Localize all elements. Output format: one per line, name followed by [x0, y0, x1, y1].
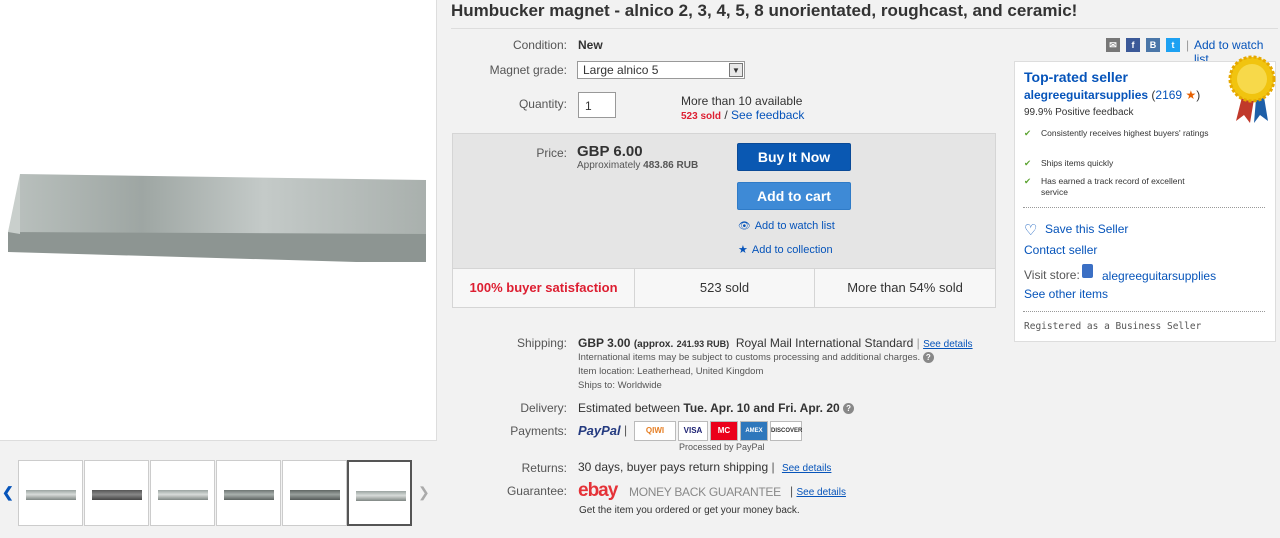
seller-name-link[interactable]: alegreeguitarsupplies: [1024, 88, 1148, 102]
help-icon[interactable]: ?: [843, 403, 855, 415]
add-to-watch-list-button[interactable]: Add to watch list: [755, 220, 835, 232]
ships-to: Worldwide: [617, 380, 662, 391]
seller-divider: [1023, 311, 1265, 312]
listing-title: Humbucker magnet - alnico 2, 3, 4, 5, 8 …: [451, 1, 1078, 20]
buyer-satisfaction: 100% buyer satisfaction: [469, 280, 618, 295]
checkmark-icon: ✔: [1024, 158, 1032, 168]
email-icon[interactable]: ✉: [1106, 38, 1120, 52]
seller-divider: [1023, 207, 1265, 208]
condition-value: New: [578, 38, 603, 52]
grade-select-value: Large alnico 5: [583, 63, 659, 77]
approx-value: 483.86 RUB: [643, 160, 699, 171]
chevron-down-icon[interactable]: ▼: [729, 63, 743, 77]
shipping-approx: (approx.: [633, 339, 674, 350]
guarantee-see-details[interactable]: See details: [796, 487, 845, 498]
facebook-icon[interactable]: f: [1126, 38, 1140, 52]
thumbnail[interactable]: [84, 460, 149, 526]
money-back-guarantee: MONEY BACK GUARANTEE: [629, 485, 781, 499]
see-feedback-link[interactable]: See feedback: [731, 108, 804, 122]
seller-bullet: Has earned a track record of excellent s…: [1041, 176, 1185, 197]
thumbnail[interactable]: [18, 460, 83, 526]
ebay-logo: ebay: [578, 480, 618, 501]
registered-business-seller: Registered as a Business Seller: [1024, 321, 1202, 332]
returns-text: 30 days, buyer pays return shipping: [578, 460, 769, 474]
vk-icon[interactable]: B: [1146, 38, 1160, 52]
eye-icon: 👁: [738, 221, 751, 232]
intl-note: International items may be subject to cu…: [578, 352, 921, 364]
positive-feedback: 99.9% Positive feedback: [1024, 107, 1134, 118]
heart-icon: ♡: [1024, 222, 1038, 239]
quantity-label: Quantity:: [518, 97, 567, 111]
processed-by-paypal: Processed by PayPal: [679, 442, 765, 452]
add-to-collection-button[interactable]: Add to collection: [752, 244, 833, 256]
title-divider: [451, 28, 1278, 29]
shipping-label: Shipping:: [516, 336, 567, 350]
qiwi-logo: QIWI: [634, 421, 676, 441]
star-icon: ★: [1185, 88, 1197, 102]
item-location: Leatherhead, United Kingdom: [637, 366, 764, 377]
delivery-dates: Tue. Apr. 10 and Fri. Apr. 20: [683, 401, 840, 415]
stats-percent-sold: More than 54% sold: [847, 280, 963, 295]
seller-score-link[interactable]: 2169: [1155, 88, 1182, 102]
checkmark-icon: ✔: [1024, 128, 1032, 138]
mastercard-logo: MC: [710, 421, 738, 441]
buy-it-now-button[interactable]: Buy It Now: [737, 143, 851, 171]
twitter-icon[interactable]: t: [1166, 38, 1180, 52]
seller-bullet: Consistently receives highest buyers' ra…: [1041, 128, 1209, 138]
delivery-label: Delivery:: [520, 401, 567, 415]
approx-prefix: Approximately: [577, 160, 641, 171]
location-label: Item location:: [578, 366, 635, 377]
paypal-logo: PayPal: [578, 423, 621, 438]
stats-sold: 523 sold: [634, 269, 815, 308]
shipping-approx-rub: 241.93 RUB): [676, 339, 730, 349]
thumbnail-strip: [0, 458, 440, 528]
visit-store-label: Visit store:: [1024, 268, 1080, 282]
available-text: More than 10 available: [681, 94, 803, 108]
thumbnail[interactable]: [282, 460, 347, 526]
visa-logo: VISA: [678, 421, 708, 441]
main-image-frame[interactable]: [0, 0, 437, 441]
guarantee-subtext: Get the item you ordered or get your mon…: [579, 505, 800, 516]
help-icon[interactable]: ?: [922, 352, 934, 363]
top-rated-seller-title: Top-rated seller: [1024, 69, 1128, 85]
payments-separator: |: [624, 423, 628, 437]
condition-label: Condition:: [512, 38, 567, 52]
thumbnail-selected[interactable]: [347, 460, 412, 526]
contact-seller-link[interactable]: Contact seller: [1024, 243, 1097, 257]
delivery-prefix: Estimated between: [578, 401, 681, 415]
ships-to-label: Ships to:: [578, 380, 615, 391]
amex-logo: AMEX: [740, 421, 768, 441]
store-icon: [1082, 264, 1093, 278]
returns-label: Returns:: [521, 461, 567, 475]
payments-label: Payments:: [510, 424, 567, 438]
discover-logo: DISCOVER: [770, 421, 802, 441]
magnet-image: [8, 174, 426, 262]
grade-label: Magnet grade:: [489, 63, 567, 77]
grade-select[interactable]: Large alnico 5 ▼: [577, 61, 745, 79]
checkmark-icon: ✔: [1024, 176, 1032, 186]
top-rated-badge-icon: [1228, 55, 1276, 123]
thumbnail[interactable]: [150, 460, 215, 526]
guarantee-label: Guarantee:: [506, 484, 567, 498]
shipping-see-details[interactable]: See details: [923, 339, 972, 350]
sold-count: 523 sold: [681, 111, 722, 122]
stats-row: 100% buyer satisfaction 523 sold More th…: [453, 268, 995, 308]
save-seller-link[interactable]: Save this Seller: [1045, 222, 1128, 236]
sold-separator: /: [721, 108, 732, 122]
store-link[interactable]: alegreeguitarsupplies: [1102, 269, 1216, 283]
shipping-price: GBP 3.00: [578, 336, 631, 350]
thumbnail[interactable]: [216, 460, 281, 526]
add-to-cart-button[interactable]: Add to cart: [737, 182, 851, 210]
price-label: Price:: [536, 146, 567, 160]
returns-see-details[interactable]: See details: [782, 463, 831, 474]
share-separator: |: [1186, 38, 1190, 52]
price-value: GBP 6.00: [577, 143, 643, 160]
quantity-input[interactable]: 1: [578, 92, 616, 118]
see-other-items-link[interactable]: See other items: [1024, 287, 1108, 301]
star-icon: ★: [738, 244, 748, 256]
seller-bullet: Ships items quickly: [1041, 158, 1114, 168]
shipping-service: Royal Mail International Standard: [735, 336, 914, 350]
